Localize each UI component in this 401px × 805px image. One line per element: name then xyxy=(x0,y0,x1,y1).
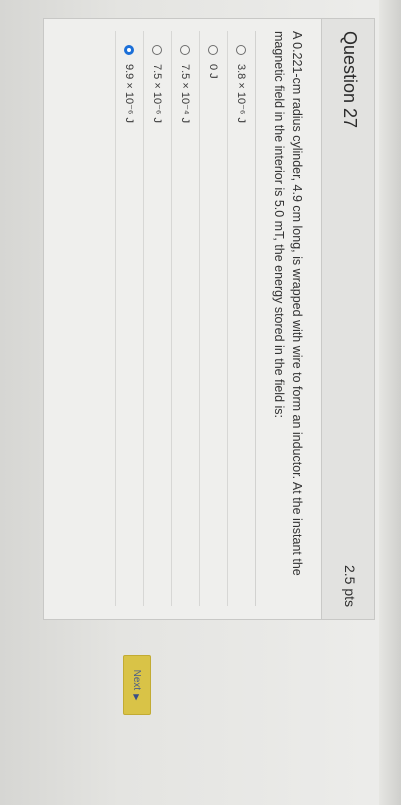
question-title: Question 27 xyxy=(340,31,360,129)
question-points: 2.5 pts xyxy=(342,564,358,607)
answer-option-2[interactable]: 0 J xyxy=(199,31,227,606)
answer-list: 3.8 × 10⁻⁶ J 0 J 7.5 × 10⁻⁴ J 7.5 × 10⁻⁶… xyxy=(115,31,256,606)
answer-label: 3.8 × 10⁻⁶ J xyxy=(235,64,247,123)
page-edge-shadow xyxy=(379,0,401,805)
next-button-label: Next xyxy=(131,669,143,691)
next-button[interactable]: Next ▶ xyxy=(123,655,151,715)
answer-label: 7.5 × 10⁻⁴ J xyxy=(179,64,191,124)
radio-button[interactable] xyxy=(208,45,219,55)
question-card: Question 27 2.5 pts A 0.221-cm radius cy… xyxy=(43,18,375,620)
radio-button-selected[interactable] xyxy=(124,45,135,55)
quiz-page: Question 27 2.5 pts A 0.221-cm radius cy… xyxy=(0,0,401,805)
question-header: Question 27 2.5 pts xyxy=(321,19,374,619)
question-text: A 0.221-cm radius cylinder, 4.9 cm long,… xyxy=(272,31,304,576)
answer-label: 9.9 × 10⁻⁶ J xyxy=(123,64,135,123)
answer-option-3[interactable]: 7.5 × 10⁻⁴ J xyxy=(171,31,199,606)
radio-button[interactable] xyxy=(180,45,191,55)
play-arrow-icon: ▶ xyxy=(132,694,142,701)
answer-label: 7.5 × 10⁻⁶ J xyxy=(151,64,163,123)
answer-option-5[interactable]: 9.9 × 10⁻⁶ J xyxy=(115,31,143,606)
answer-label: 0 J xyxy=(207,64,220,79)
radio-button[interactable] xyxy=(236,45,247,55)
answer-option-1[interactable]: 3.8 × 10⁻⁶ J xyxy=(227,31,255,606)
answer-option-4[interactable]: 7.5 × 10⁻⁶ J xyxy=(143,31,171,606)
radio-button[interactable] xyxy=(152,45,163,55)
